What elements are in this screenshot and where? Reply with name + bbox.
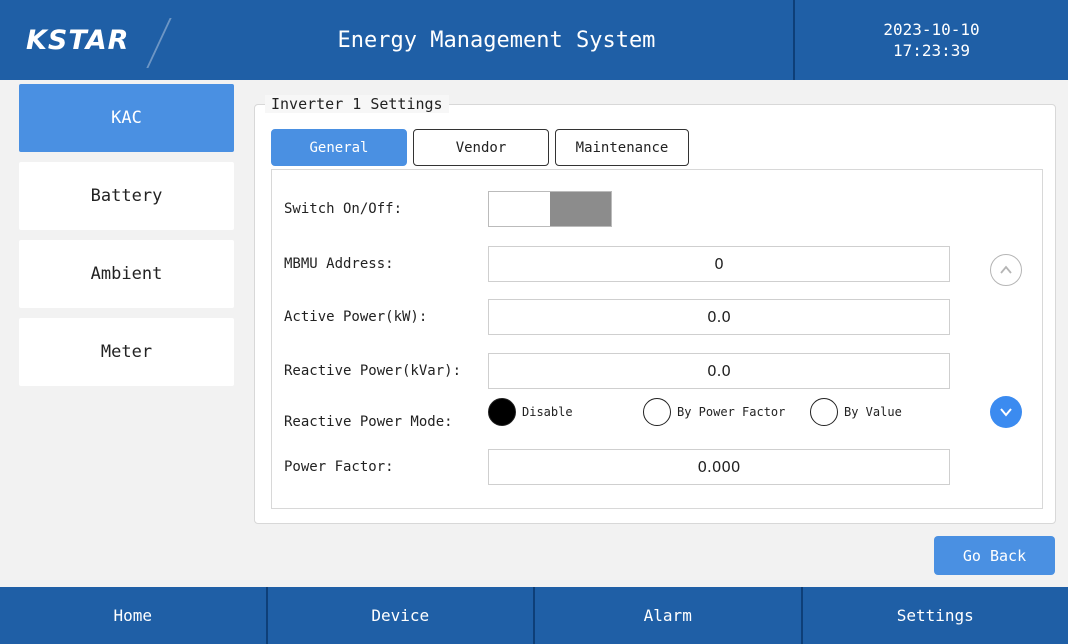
switch-on-segment [550,192,611,226]
radio-by-value[interactable]: By Value [810,398,902,426]
header-bar: KSTAR Energy Management System 2023-10-1… [0,0,1068,80]
radio-disable-label: Disable [522,405,573,419]
kstar-logo: KSTAR [0,0,200,80]
active-power-label: Active Power(kW): [284,309,428,325]
reactive-power-label: Reactive Power(kVar): [284,363,462,379]
chevron-down-icon [1000,408,1012,417]
nav-settings[interactable]: Settings [803,587,1068,644]
inverter-settings-group: Inverter 1 Settings General Vendor Maint… [254,95,1056,524]
date-text: 2023-10-10 [883,20,980,39]
mbmu-address-label: MBMU Address: [284,256,394,272]
switch-label: Switch On/Off: [284,201,403,217]
app-title: Energy Management System [337,27,656,53]
general-settings-panel: Switch On/Off: MBMU Address: 0 Active Po… [271,169,1043,509]
power-factor-field[interactable]: 0.000 [488,449,950,485]
reactive-power-field[interactable]: 0.0 [488,353,950,389]
radio-by-power-factor-label: By Power Factor [677,405,786,419]
sidebar-item-ambient[interactable]: Ambient [19,240,234,308]
reactive-mode-radio-group: Disable By Power Factor By Value [488,398,948,428]
bottom-nav: Home Device Alarm Settings [0,587,1068,644]
nav-alarm[interactable]: Alarm [535,587,803,644]
power-switch-toggle[interactable] [488,191,612,227]
go-back-button[interactable]: Go Back [934,536,1055,575]
logo-divider [146,18,172,68]
switch-off-segment [489,192,550,226]
sidebar-item-kac[interactable]: KAC [19,84,234,152]
tab-vendor[interactable]: Vendor [413,129,549,166]
radio-by-value-label: By Value [844,405,902,419]
radio-disable-dot [488,398,516,426]
radio-by-value-dot [810,398,838,426]
nav-device[interactable]: Device [268,587,535,644]
sidebar: KAC Battery Ambient Meter [19,84,234,396]
logo-text: KSTAR [26,24,130,56]
radio-by-power-factor[interactable]: By Power Factor [643,398,785,426]
radio-by-power-factor-dot [643,398,671,426]
chevron-up-icon [1000,265,1012,274]
time-text: 17:23:39 [892,41,971,60]
sidebar-item-meter[interactable]: Meter [19,318,234,386]
reactive-mode-label: Reactive Power Mode: [284,414,453,430]
nav-home[interactable]: Home [0,587,268,644]
scroll-down-button[interactable] [990,396,1022,428]
tab-maintenance[interactable]: Maintenance [555,129,689,166]
mbmu-address-field[interactable]: 0 [488,246,950,282]
tab-general[interactable]: General [271,129,407,166]
sidebar-item-battery[interactable]: Battery [19,162,234,230]
radio-disable[interactable]: Disable [488,398,573,426]
settings-tabs: General Vendor Maintenance [271,129,689,166]
scroll-up-button[interactable] [990,254,1022,286]
datetime-display: 2023-10-10 17:23:39 [793,0,1068,80]
power-factor-label: Power Factor: [284,459,394,475]
group-title: Inverter 1 Settings [265,95,449,113]
active-power-field[interactable]: 0.0 [488,299,950,335]
